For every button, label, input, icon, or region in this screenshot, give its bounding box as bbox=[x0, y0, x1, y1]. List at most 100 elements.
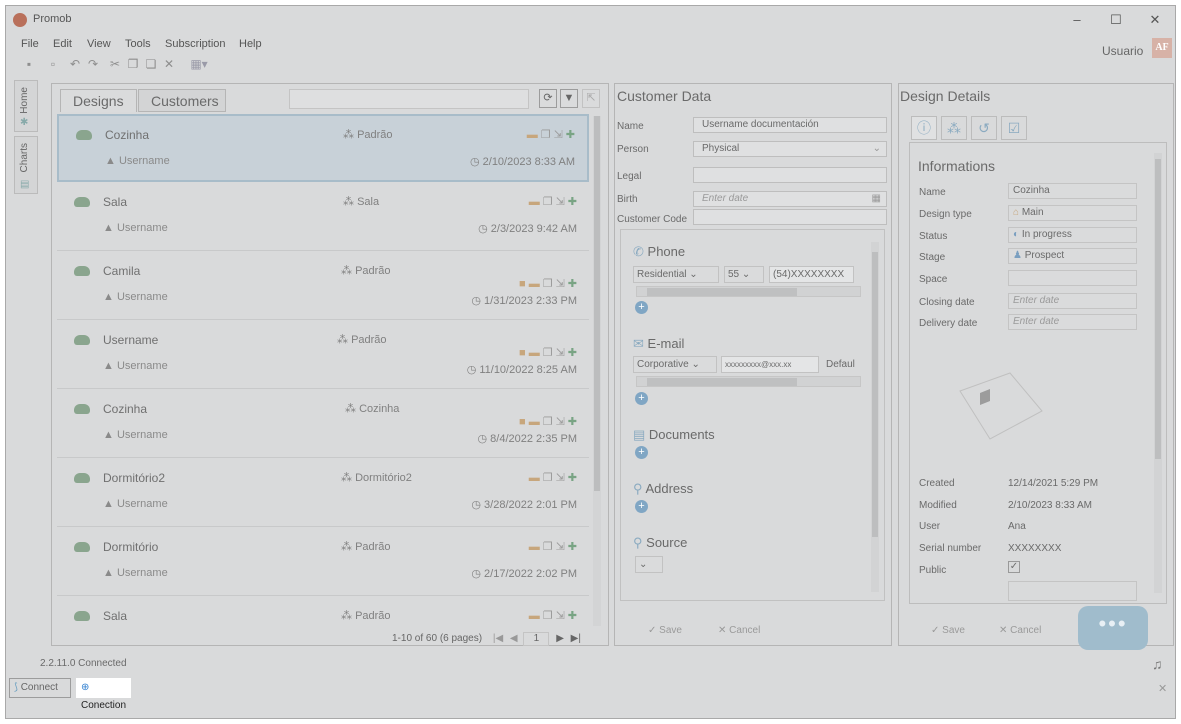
menu-tools[interactable]: Tools bbox=[125, 38, 151, 50]
menu-subscription[interactable]: Subscription bbox=[165, 38, 226, 50]
space-select[interactable] bbox=[1008, 270, 1137, 286]
maximize-button[interactable]: ☐ bbox=[1103, 10, 1129, 30]
person-icon[interactable]: ■ bbox=[519, 278, 526, 290]
chat-bubble-button[interactable]: ••• bbox=[1078, 606, 1148, 650]
phone-type-select[interactable]: Residential ⌄ bbox=[633, 266, 719, 283]
details-save-button[interactable]: ✓ Save bbox=[931, 625, 965, 636]
customer-cancel-button[interactable]: ✕ Cancel bbox=[718, 625, 760, 636]
person-icon[interactable]: ■ bbox=[519, 416, 526, 428]
open-icon[interactable]: ⇲ bbox=[556, 347, 565, 359]
notes-field[interactable] bbox=[1008, 581, 1137, 601]
details-scrollbar[interactable] bbox=[1154, 153, 1162, 593]
tab-history[interactable]: ↺ bbox=[971, 116, 997, 140]
person-icon[interactable]: ■ bbox=[519, 347, 526, 359]
stage-select[interactable]: ♟ Prospect bbox=[1008, 248, 1137, 264]
add-phone-button[interactable]: + bbox=[635, 301, 648, 314]
scroll-thumb[interactable] bbox=[1155, 159, 1161, 459]
tab-checklist[interactable]: ☑ bbox=[1001, 116, 1027, 140]
open-icon[interactable]: ⇲ bbox=[556, 541, 565, 553]
print-icon[interactable]: ▫ bbox=[46, 57, 60, 71]
details-cancel-button[interactable]: ✕ Cancel bbox=[999, 625, 1041, 636]
share-icon[interactable]: ✚ bbox=[566, 129, 575, 141]
email-type-select[interactable]: Corporative ⌄ bbox=[633, 356, 717, 373]
redo-icon[interactable]: ↷ bbox=[86, 57, 100, 71]
list-item[interactable]: Dormitório ⁂ Padrão ▲ Username ▬ ❐ ⇲ ✚ ◷ 2/… bbox=[57, 528, 589, 596]
phone-scrollbar[interactable] bbox=[636, 286, 861, 297]
duplicate-icon[interactable]: ❐ bbox=[541, 129, 551, 141]
copy-icon[interactable]: ❐ bbox=[126, 57, 140, 71]
folder-icon[interactable]: ▬ bbox=[529, 541, 540, 553]
open-icon[interactable]: ⇲ bbox=[556, 196, 565, 208]
list-item[interactable]: Sala ⁂ Sala ▲ Username ▬ ❐ ⇲ ✚ ◷ 2/3/2023 9… bbox=[57, 183, 589, 251]
open-icon[interactable]: ⇲ bbox=[556, 472, 565, 484]
folder-icon[interactable]: ▬ bbox=[529, 416, 540, 428]
customer-save-button[interactable]: ✓ Save bbox=[648, 625, 682, 636]
list-item[interactable]: Cozinha ⁂ Padrão ▲ Username ▬ ❐ ⇲ ✚ ◷ 2/10/… bbox=[57, 114, 589, 182]
customer-code-field[interactable] bbox=[693, 209, 887, 225]
menu-view[interactable]: View bbox=[87, 38, 111, 50]
avatar[interactable]: AF bbox=[1152, 38, 1172, 58]
email-scrollbar[interactable] bbox=[636, 376, 861, 387]
designs-scrollbar[interactable] bbox=[593, 116, 601, 626]
share-icon[interactable]: ✚ bbox=[568, 278, 577, 290]
open-icon[interactable]: ⇲ bbox=[554, 129, 563, 141]
add-address-button[interactable]: + bbox=[635, 500, 648, 513]
closing-date-field[interactable]: Enter date bbox=[1008, 293, 1137, 309]
close-button[interactable]: ✕ bbox=[1142, 10, 1168, 30]
birth-date-field[interactable]: Enter date ▦ bbox=[693, 191, 887, 207]
list-item[interactable]: Camila ⁂ Padrão ▲ Username ■ ▬ ❐ ⇲ ✚ ◷ 1/31/… bbox=[57, 252, 589, 320]
undo-icon[interactable]: ↶ bbox=[68, 57, 82, 71]
sidebar-tab-home[interactable]: Home ✱ bbox=[14, 80, 38, 132]
first-page-icon[interactable]: |◀ bbox=[493, 633, 503, 644]
folder-icon[interactable]: ▬ bbox=[529, 610, 540, 622]
list-item[interactable]: Sala ⁂ Padrão ▬ ❐ ⇲ ✚ bbox=[57, 597, 589, 627]
paste-icon[interactable]: ❏ bbox=[144, 57, 158, 71]
open-icon[interactable]: ⇲ bbox=[556, 416, 565, 428]
share-icon[interactable]: ✚ bbox=[568, 416, 577, 428]
add-document-button[interactable]: + bbox=[635, 446, 648, 459]
duplicate-icon[interactable]: ❐ bbox=[543, 610, 553, 622]
connect-button[interactable]: ⟆ Connect bbox=[9, 678, 71, 698]
cut-icon[interactable]: ✂ bbox=[108, 57, 122, 71]
menu-help[interactable]: Help bbox=[239, 38, 262, 50]
open-icon[interactable]: ⇲ bbox=[556, 278, 565, 290]
close-panel-icon[interactable]: ✕ bbox=[1158, 682, 1167, 695]
calendar-icon[interactable]: ▦ bbox=[872, 192, 881, 206]
phone-number-field[interactable]: (54)XXXXXXXX bbox=[769, 266, 854, 283]
save-icon[interactable]: ▪ bbox=[22, 57, 36, 71]
filter-button[interactable]: ▼ bbox=[560, 89, 578, 108]
design-type-select[interactable]: ⌂ Main bbox=[1008, 205, 1137, 221]
source-select[interactable]: ⌄ bbox=[635, 556, 663, 573]
public-checkbox[interactable]: ✓ bbox=[1008, 561, 1020, 573]
scroll-thumb[interactable] bbox=[872, 252, 878, 537]
list-item[interactable]: Cozinha ⁂ Cozinha ▲ Username ■ ▬ ❐ ⇲ ✚ ◷ 8/4… bbox=[57, 390, 589, 458]
legal-field[interactable] bbox=[693, 167, 887, 183]
scroll-thumb[interactable] bbox=[647, 378, 797, 386]
list-item[interactable]: Username ⁂ Padrão ▲ Username ■ ▬ ❐ ⇲ ✚ ◷ 11/… bbox=[57, 321, 589, 389]
tab-hierarchy[interactable]: ⁂ bbox=[941, 116, 967, 140]
share-icon[interactable]: ✚ bbox=[568, 541, 577, 553]
delete-icon[interactable]: ✕ bbox=[162, 57, 176, 71]
design-name-field[interactable]: Cozinha bbox=[1008, 183, 1137, 199]
phone-code-select[interactable]: 55 ⌄ bbox=[724, 266, 764, 283]
layout-dropdown-icon[interactable]: ▦▾ bbox=[188, 57, 210, 71]
folder-icon[interactable]: ▬ bbox=[527, 129, 538, 141]
sections-scrollbar[interactable] bbox=[871, 242, 879, 592]
status-select[interactable]: ◐ In progress bbox=[1008, 227, 1137, 243]
duplicate-icon[interactable]: ❐ bbox=[543, 416, 553, 428]
duplicate-icon[interactable]: ❐ bbox=[543, 541, 553, 553]
refresh-button[interactable]: ⟳ bbox=[539, 89, 557, 108]
delivery-date-field[interactable]: Enter date bbox=[1008, 314, 1137, 330]
open-icon[interactable]: ⇲ bbox=[556, 610, 565, 622]
menu-file[interactable]: File bbox=[21, 38, 39, 50]
person-select[interactable]: Physical ⌄ bbox=[693, 141, 887, 157]
duplicate-icon[interactable]: ❐ bbox=[543, 196, 553, 208]
export-button[interactable]: ⇱ bbox=[582, 89, 600, 108]
search-input[interactable] bbox=[289, 89, 529, 109]
last-page-icon[interactable]: ▶| bbox=[571, 633, 581, 644]
folder-icon[interactable]: ▬ bbox=[529, 278, 540, 290]
scroll-thumb[interactable] bbox=[647, 288, 797, 296]
share-icon[interactable]: ✚ bbox=[568, 196, 577, 208]
list-item[interactable]: Dormitório2 ⁂ Dormitório2 ▲ Username ▬ ❐ ⇲… bbox=[57, 459, 589, 527]
sidebar-tab-charts[interactable]: Charts ▤ bbox=[14, 136, 38, 194]
